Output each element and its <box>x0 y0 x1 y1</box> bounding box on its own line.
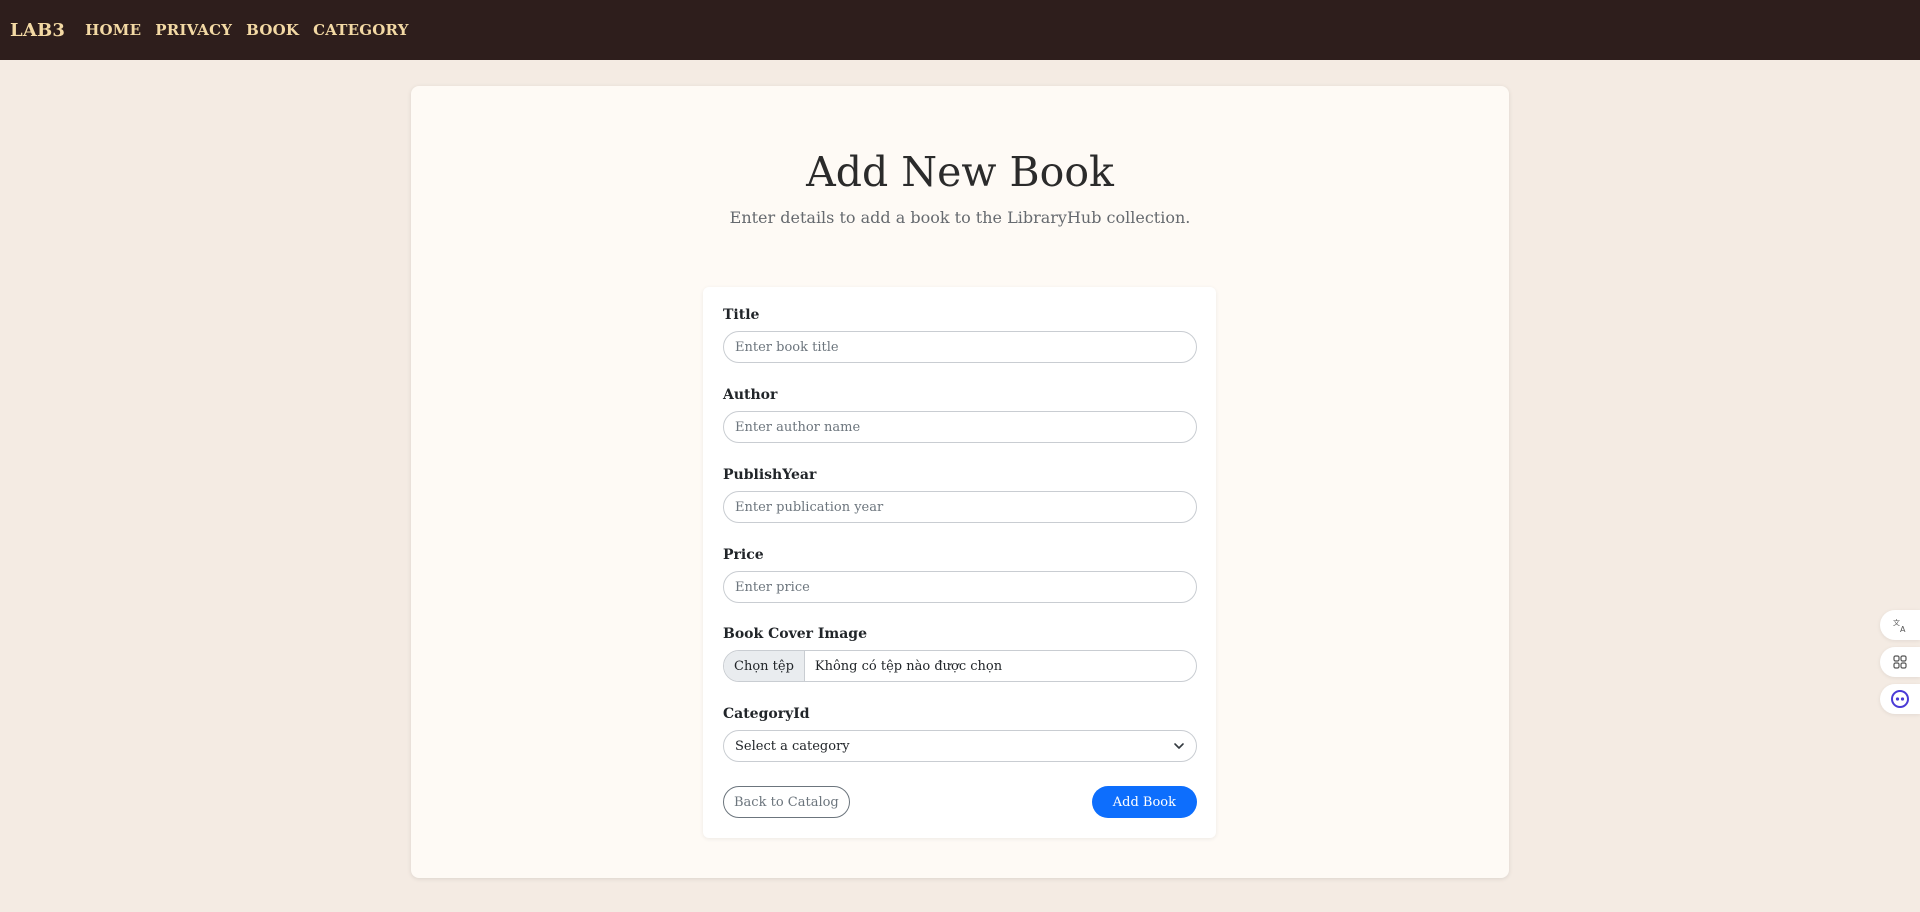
assistant-button[interactable] <box>1880 684 1920 714</box>
main-card: Add New Book Enter details to add a book… <box>411 86 1509 878</box>
translate-icon: 文 A <box>1893 618 1906 633</box>
page-title: Add New Book <box>806 148 1114 196</box>
translate-button[interactable]: 文 A <box>1880 610 1920 640</box>
brand-logo[interactable]: LAB3 <box>10 20 65 41</box>
category-label: CategoryId <box>723 706 810 722</box>
publish-year-label: PublishYear <box>723 467 817 483</box>
apps-button[interactable] <box>1880 647 1920 677</box>
title-field-group: Title <box>723 307 1197 363</box>
nav-link-category[interactable]: CATEGORY <box>313 21 409 39</box>
publish-year-field-group: PublishYear <box>723 467 1197 523</box>
svg-text:A: A <box>1900 625 1906 633</box>
category-select[interactable]: Select a category <box>723 730 1197 762</box>
category-field-group: CategoryId Select a category <box>723 706 1197 762</box>
nav-link-privacy[interactable]: PRIVACY <box>155 21 232 39</box>
back-to-catalog-button[interactable]: Back to Catalog <box>723 786 850 818</box>
add-book-button[interactable]: Add Book <box>1091 786 1197 818</box>
title-label: Title <box>723 307 760 323</box>
top-navbar: LAB3 HOME PRIVACY BOOK CATEGORY <box>0 0 1920 60</box>
price-label: Price <box>723 547 764 563</box>
chevron-down-icon <box>1174 743 1184 749</box>
nav-link-home[interactable]: HOME <box>85 21 141 39</box>
author-input[interactable] <box>723 411 1197 443</box>
price-field-group: Price <box>723 547 1197 603</box>
cover-field-group: Book Cover Image Chọn tệp Không có tệp n… <box>723 626 1197 682</box>
title-input[interactable] <box>723 331 1197 363</box>
nav-link-book[interactable]: BOOK <box>246 21 299 39</box>
add-book-form: Title Author PublishYear Price Book Cove… <box>703 287 1216 838</box>
svg-text:文: 文 <box>1893 618 1900 627</box>
file-status-text: Không có tệp nào được chọn <box>814 658 1003 674</box>
author-label: Author <box>723 387 778 403</box>
publish-year-input[interactable] <box>723 491 1197 523</box>
category-selected-value: Select a category <box>735 738 850 754</box>
price-input[interactable] <box>723 571 1197 603</box>
cover-file-input[interactable]: Chọn tệp Không có tệp nào được chọn <box>723 650 1197 682</box>
author-field-group: Author <box>723 387 1197 443</box>
apps-grid-icon <box>1893 655 1907 669</box>
page-subtitle: Enter details to add a book to the Libra… <box>729 208 1191 227</box>
browser-extension-sidebar: 文 A <box>1880 610 1920 721</box>
choose-file-button[interactable]: Chọn tệp <box>724 651 805 681</box>
cover-label: Book Cover Image <box>723 626 867 642</box>
assistant-icon <box>1891 690 1909 708</box>
